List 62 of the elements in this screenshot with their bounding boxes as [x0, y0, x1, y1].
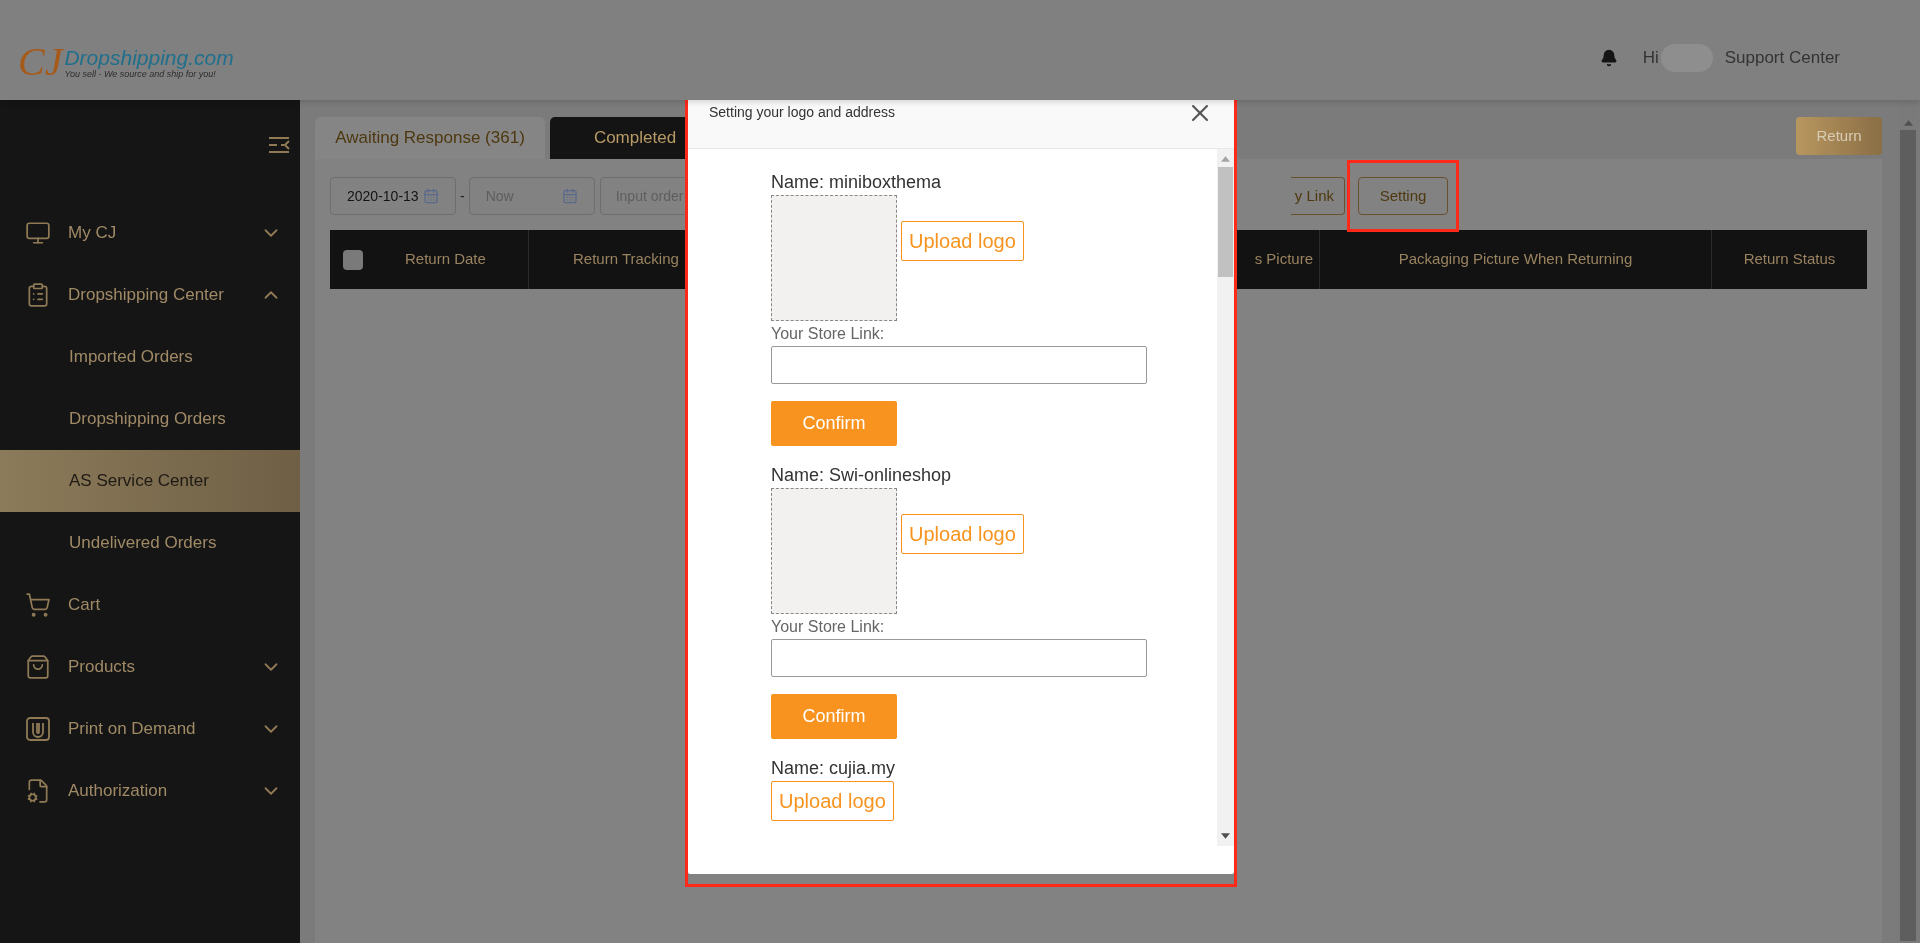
sidebar-subitem[interactable]: AS Service Center	[0, 450, 300, 512]
bag-icon	[25, 654, 51, 680]
logo-name: Dropshipping.com	[64, 47, 234, 69]
sidebar-item[interactable]: Dropshipping Center	[0, 264, 300, 326]
date-value: 2020-10-13	[347, 186, 419, 206]
calendar-icon	[561, 188, 578, 204]
upload-logo-button[interactable]: Upload logo	[771, 781, 894, 821]
sidebar-label: My CJ	[68, 222, 118, 245]
toolbar-button[interactable]: Setting	[1358, 177, 1448, 215]
upload-logo-button[interactable]: Upload logo	[901, 514, 1024, 554]
menu-collapse-icon[interactable]	[268, 136, 290, 154]
store-link-label: Your Store Link:	[771, 617, 886, 637]
sidebar-subitem[interactable]: Undelivered Orders	[0, 512, 300, 574]
column-header: Packaging Picture When Returning	[1398, 249, 1633, 270]
store-link-label: Your Store Link:	[771, 324, 886, 344]
clipboard-icon	[25, 282, 51, 308]
store-link-field[interactable]	[771, 639, 1147, 677]
toolbar-button[interactable]: y Link	[1291, 177, 1345, 215]
sidebar-item[interactable]: Cart	[0, 574, 300, 636]
column-header: Return Tracking	[573, 249, 679, 270]
scroll-thumb[interactable]	[1218, 167, 1233, 277]
sidebar-item[interactable]: Authorization	[0, 760, 300, 822]
monitor-icon	[25, 220, 51, 246]
store-name: Name: cujia.my	[771, 757, 897, 779]
sidebar-label: Dropshipping Center	[68, 284, 225, 307]
sidebar-item[interactable]: My CJ	[0, 202, 300, 264]
return-button[interactable]: Return	[1796, 117, 1882, 155]
calendar-icon	[423, 188, 439, 204]
date-from-field[interactable]: 2020-10-13	[330, 177, 456, 215]
greeting: Hi	[1642, 47, 1659, 70]
support-center-link[interactable]: Support Center	[1724, 45, 1840, 71]
select-all-checkbox[interactable]	[343, 249, 363, 270]
scroll-up-icon[interactable]	[1903, 120, 1913, 126]
sidebar-label: Authorization	[68, 780, 169, 803]
scroll-up-icon[interactable]	[1221, 156, 1230, 162]
file-gear-icon	[25, 778, 51, 804]
scroll-down-icon[interactable]	[1221, 833, 1230, 839]
scrollbar[interactable]	[1217, 149, 1234, 846]
confirm-button[interactable]: Confirm	[771, 401, 897, 446]
tab[interactable]: Awaiting Response (361)	[315, 117, 545, 159]
confirm-button[interactable]: Confirm	[771, 694, 897, 739]
date-separator: -	[460, 186, 465, 206]
scroll-thumb[interactable]	[1900, 130, 1916, 941]
logo-mark: CJ	[18, 40, 63, 84]
sidebar-label: Products	[68, 656, 137, 679]
store-link-field[interactable]	[771, 346, 1147, 384]
cart-icon	[25, 592, 51, 618]
upload-logo-button[interactable]: Upload logo	[901, 221, 1024, 261]
bell-icon[interactable]	[1599, 49, 1618, 67]
sidebar-item[interactable]: Print on Demand	[0, 698, 300, 760]
sidebar-label: Cart	[68, 594, 102, 617]
sidebar-item[interactable]: Products	[0, 636, 300, 698]
sidebar-subitem[interactable]: Dropshipping Orders	[0, 388, 300, 450]
sidebar-label: Print on Demand	[68, 718, 197, 741]
u-square-icon	[25, 716, 51, 742]
logo-tagline: You sell - We source and ship for you!	[64, 69, 216, 80]
column-header: Return Status	[1743, 249, 1836, 270]
column-header: s Picture	[1254, 249, 1313, 270]
store-name: Name: Swi-onlineshop	[771, 464, 953, 486]
store-name: Name: miniboxthema	[771, 171, 943, 193]
sidebar-subitem[interactable]: Imported Orders	[0, 326, 300, 388]
column-header: Return Date	[405, 249, 486, 270]
